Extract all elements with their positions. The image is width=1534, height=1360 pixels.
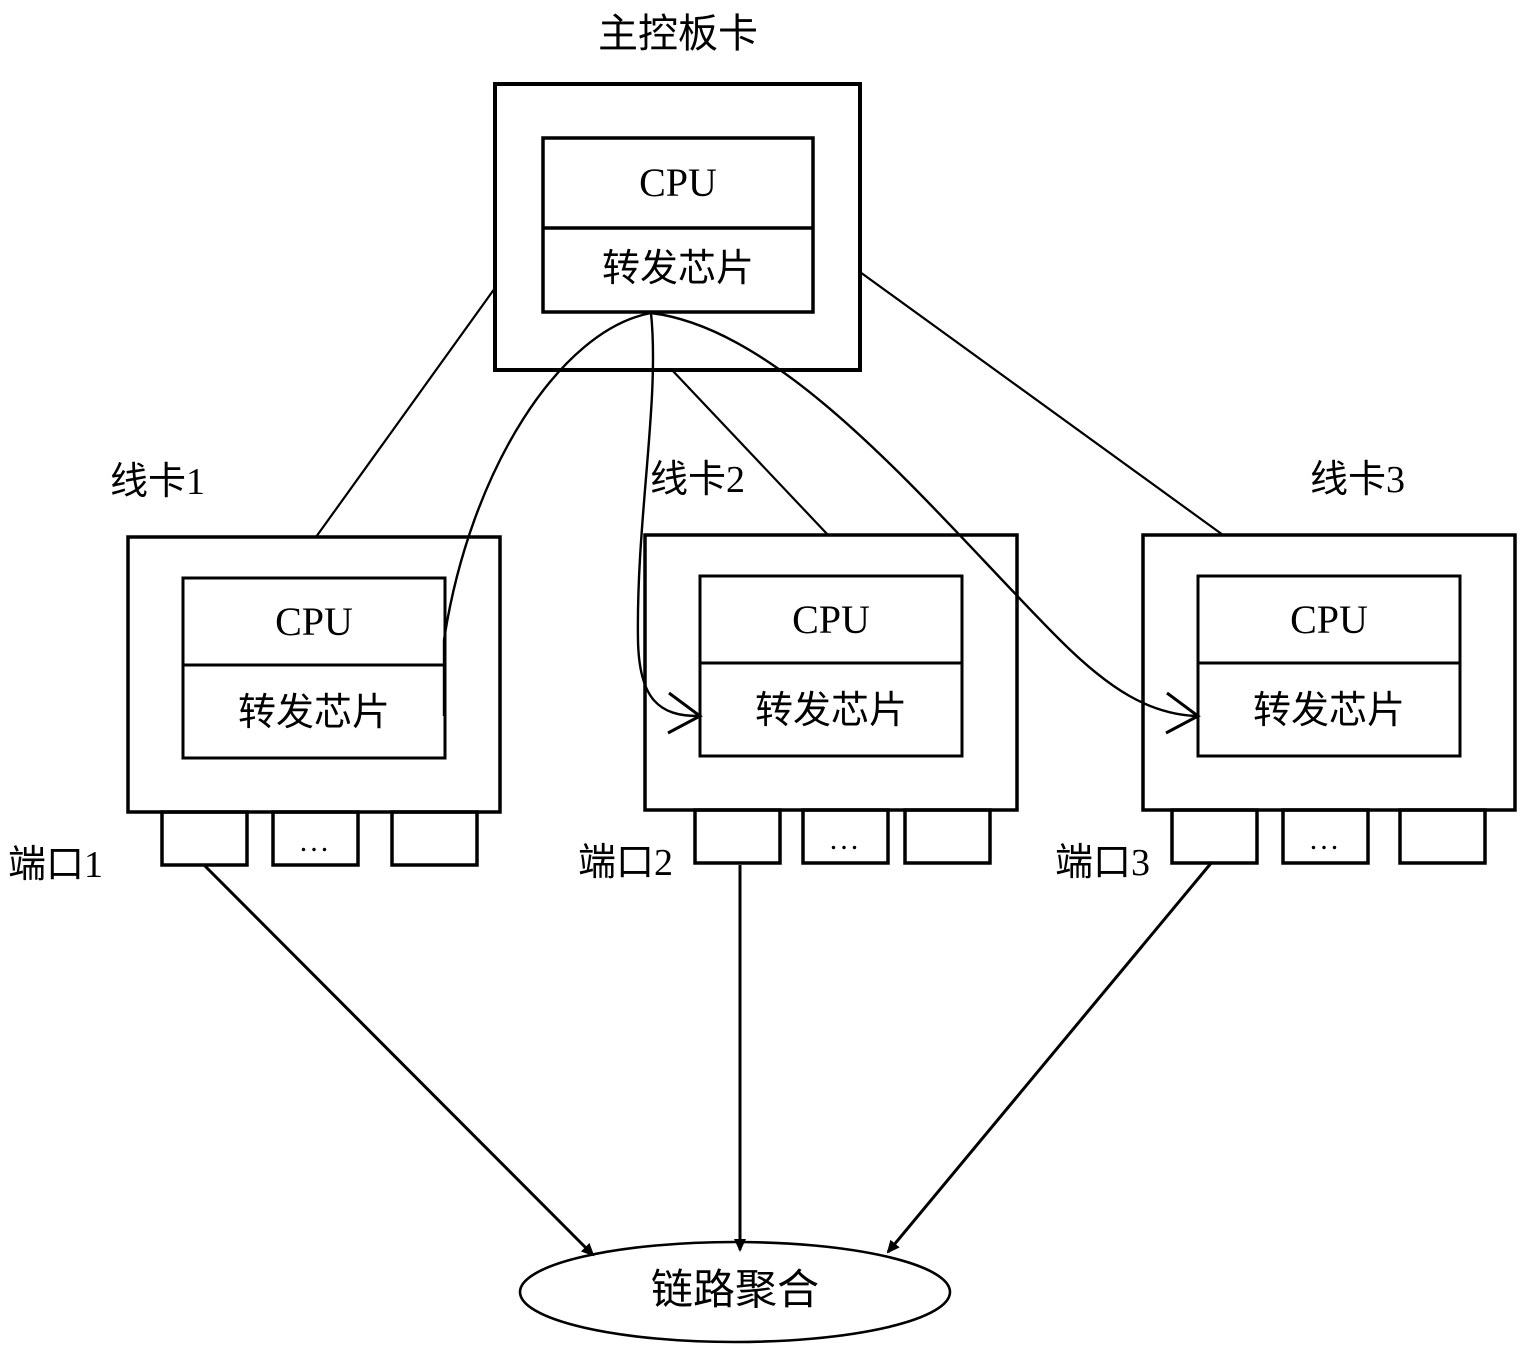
main-board-chip-label: 转发芯片 — [601, 248, 754, 290]
line-card-1-port-1-box — [160, 810, 249, 867]
curve-chip-main-to-linecard-1 — [442, 311, 652, 716]
connector-main-to-linecard-1 — [315, 287, 496, 538]
line-card-1-cpu-label: CPU — [275, 599, 353, 644]
line-card-1-port-ellipsis: ... — [299, 825, 332, 858]
line-card-2-cpu-label: CPU — [792, 597, 870, 642]
main-control-board-group — [493, 82, 862, 372]
diagram-svg — [126, 82, 1517, 1344]
line-card-1-port-label: 端口1 — [8, 844, 104, 886]
line-card-3-port-1-box — [1170, 808, 1259, 865]
curve-chip-main-to-linecard-3 — [650, 311, 1197, 718]
line-card-1-title: 线卡1 — [110, 461, 206, 503]
line-card-2-port-3-box — [903, 808, 992, 865]
line-card-2-port-1-box — [693, 808, 782, 865]
line-card-2-chip-label: 转发芯片 — [754, 690, 907, 732]
line-card-3-port-label: 端口3 — [1055, 842, 1151, 884]
line-card-3-port-3-box — [1398, 808, 1487, 865]
line-card-2-port-ellipsis: ... — [829, 823, 862, 856]
connector-main-to-linecard-2 — [671, 369, 829, 536]
line-card-1-port-3-box — [390, 810, 479, 867]
connector-main-to-linecard-3 — [859, 271, 1224, 536]
curve-chip-main-to-linecard-2 — [636, 312, 699, 718]
line-card-1-chip-label: 转发芯片 — [237, 692, 390, 734]
main-board-cpu-label: CPU — [639, 160, 717, 205]
arrow-port-3-to-aggregation — [886, 861, 1214, 1254]
line-card-3-chip-label: 转发芯片 — [1252, 690, 1405, 732]
link-aggregation-label: 链路聚合 — [650, 1268, 819, 1314]
line-card-3-title: 线卡3 — [1310, 459, 1406, 501]
main-control-board-title: 主控板卡 — [598, 11, 758, 56]
line-card-3-cpu-label: CPU — [1290, 597, 1368, 642]
line-card-3-port-ellipsis: ... — [1309, 823, 1342, 856]
line-card-2-port-label: 端口2 — [578, 842, 674, 884]
diagram-canvas: 主控板卡 CPU 转发芯片 线卡1 CPU 转发芯片 ... 端口1 线卡2 C… — [0, 0, 1534, 1360]
line-card-2-title: 线卡2 — [650, 459, 746, 501]
arrow-port-1-to-aggregation — [202, 863, 595, 1257]
